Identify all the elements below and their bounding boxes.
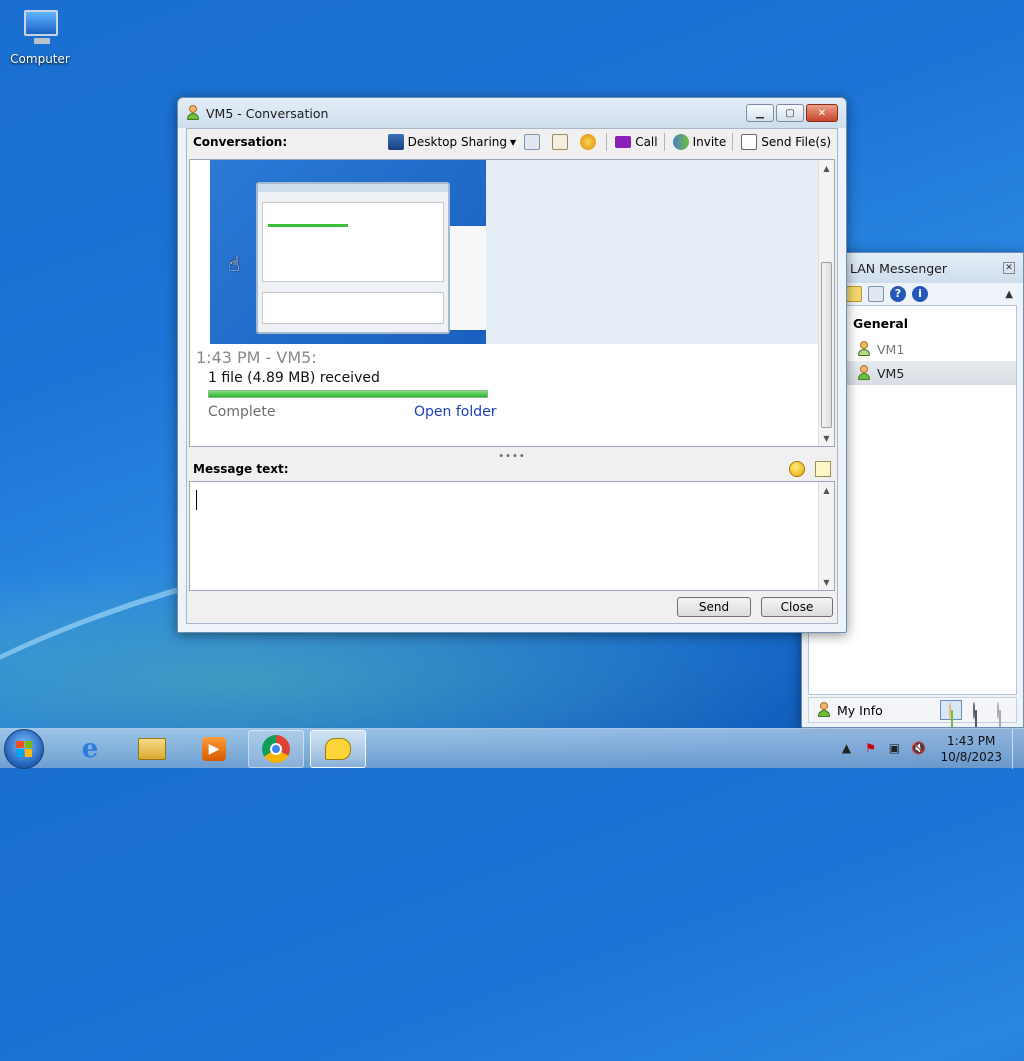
taskbar-internet-explorer[interactable]: e	[62, 730, 118, 768]
toolbar-separator	[732, 133, 734, 151]
taskbar: e ▶ ▲ ⚑ ▣ 🔇 1:43 PM 10/8/2023	[0, 728, 1024, 769]
media-player-icon: ▶	[202, 736, 226, 761]
scroll-down-icon[interactable]: ▼	[819, 574, 834, 590]
desktop-sharing-label: Desktop Sharing	[407, 135, 508, 149]
start-button[interactable]	[4, 728, 44, 769]
chat-bubble-icon	[325, 737, 351, 760]
transfers-icon	[552, 134, 569, 150]
desktop-sharing-button[interactable]: Desktop Sharing ▼	[387, 134, 517, 150]
file-received-text: 1 file (4.89 MB) received	[208, 370, 380, 386]
history-scrollbar[interactable]: ▲ ▼	[818, 160, 834, 446]
conversation-titlebar[interactable]: VM5 - Conversation ▁ ▢ ✕	[178, 98, 846, 128]
user-status-icon	[817, 702, 831, 718]
windows-logo-icon	[16, 740, 32, 757]
clock-date: 10/8/2023	[940, 749, 1002, 764]
send-files-button[interactable]: Send File(s)	[741, 134, 831, 150]
transfer-status: Complete	[208, 404, 276, 420]
message-header: 1:43 PM - VM5:	[196, 348, 317, 367]
clock-time: 1:43 PM	[947, 733, 996, 748]
open-folder-link[interactable]: Open folder	[414, 404, 496, 420]
message-text-label: Message text:	[193, 462, 289, 476]
taskbar-chrome[interactable]	[248, 729, 304, 768]
maximize-button[interactable]: ▢	[776, 104, 804, 122]
smiley-icon[interactable]	[789, 461, 805, 477]
status-buttons	[938, 700, 1010, 727]
conversation-history[interactable]: ☝ 1:43 PM - VM5: 1 file (4.89 MB) receiv…	[189, 159, 835, 447]
desktop-icon-label: Computer	[10, 52, 70, 66]
system-tray: ▲ ⚑ ▣ 🔇 1:43 PM 10/8/2023	[830, 728, 1024, 769]
user-icon	[857, 341, 871, 357]
folder-icon	[138, 737, 166, 760]
my-info-link[interactable]: My Info	[837, 703, 883, 718]
received-screenshot-image[interactable]: ☝	[210, 160, 486, 344]
clock[interactable]: 1:43 PM 10/8/2023	[940, 733, 1002, 765]
scroll-up-icon[interactable]: ▲	[819, 160, 834, 176]
conversation-window: VM5 - Conversation ▁ ▢ ✕ Conversation: D…	[177, 97, 847, 633]
show-hidden-icons-icon[interactable]: ▲	[838, 741, 854, 757]
show-desktop-button[interactable]	[1012, 728, 1024, 769]
busy-status-icon[interactable]	[964, 700, 986, 727]
video-camera-icon	[615, 136, 632, 148]
history-icon[interactable]	[868, 286, 884, 302]
conversation-toolbar: Conversation: Desktop Sharing ▼ Call Inv…	[187, 129, 837, 155]
chevron-up-icon[interactable]: ▲	[1005, 289, 1013, 300]
call-button[interactable]: Call	[615, 135, 658, 149]
hand-cursor-icon: ☝	[228, 252, 241, 276]
scroll-up-icon[interactable]: ▲	[819, 482, 834, 498]
invite-icon	[672, 134, 689, 150]
chrome-icon	[262, 734, 290, 763]
toolbar-separator	[606, 133, 608, 151]
send-button[interactable]: Send	[677, 597, 751, 617]
message-input[interactable]: ▲ ▼	[189, 481, 835, 591]
taskbar-windows-explorer[interactable]	[124, 730, 180, 768]
volume-muted-icon[interactable]: 🔇	[910, 741, 926, 757]
invite-button[interactable]: Invite	[672, 134, 727, 150]
input-scrollbar[interactable]: ▲ ▼	[818, 482, 834, 590]
history-button[interactable]	[524, 134, 544, 150]
send-file-icon	[741, 134, 758, 150]
help-icon[interactable]: ?	[890, 286, 906, 302]
font-style-icon[interactable]	[815, 461, 831, 477]
conversation-body: Conversation: Desktop Sharing ▼ Call Inv…	[186, 128, 838, 624]
file-progress-bar	[208, 390, 488, 398]
computer-icon	[18, 8, 62, 48]
message-text-header: Message text:	[193, 459, 835, 479]
broadcast-button[interactable]	[580, 134, 600, 150]
lan-messenger-title: LAN Messenger	[850, 260, 948, 276]
user-icon	[186, 105, 200, 121]
my-info-bar: My Info	[808, 697, 1017, 727]
internet-explorer-icon: e	[81, 733, 99, 764]
chevron-down-icon: ▼	[510, 137, 517, 147]
folder-icon[interactable]	[846, 286, 862, 302]
info-icon[interactable]: i	[912, 286, 928, 302]
contact-name: VM5	[877, 365, 905, 381]
close-icon[interactable]: ✕	[1003, 262, 1015, 274]
network-icon[interactable]: ▣	[886, 741, 902, 757]
text-caret	[196, 490, 197, 510]
toolbar-separator	[663, 133, 665, 151]
taskbar-media-player[interactable]: ▶	[186, 730, 242, 768]
transfers-button[interactable]	[552, 134, 572, 150]
taskbar-lan-messenger[interactable]	[310, 729, 366, 768]
conversation-label: Conversation:	[193, 135, 288, 149]
scroll-thumb[interactable]	[821, 262, 832, 428]
broadcast-icon	[580, 134, 597, 150]
invite-label: Invite	[692, 135, 727, 149]
offline-status-icon[interactable]	[988, 700, 1010, 727]
call-label: Call	[635, 135, 658, 149]
desktop-icon-computer[interactable]: Computer	[8, 8, 72, 66]
user-icon	[857, 365, 871, 381]
online-status-icon[interactable]	[940, 700, 962, 727]
minimize-button[interactable]: ▁	[746, 104, 774, 122]
close-dialog-button[interactable]: Close	[761, 597, 833, 617]
scroll-down-icon[interactable]: ▼	[819, 430, 834, 446]
action-center-icon[interactable]: ⚑	[862, 741, 878, 757]
close-button[interactable]: ✕	[806, 104, 838, 122]
contact-name: VM1	[877, 341, 905, 357]
history-icon	[524, 134, 541, 150]
desktop-sharing-icon	[387, 134, 404, 150]
window-title: VM5 - Conversation	[206, 105, 329, 121]
send-files-label: Send File(s)	[761, 135, 831, 149]
